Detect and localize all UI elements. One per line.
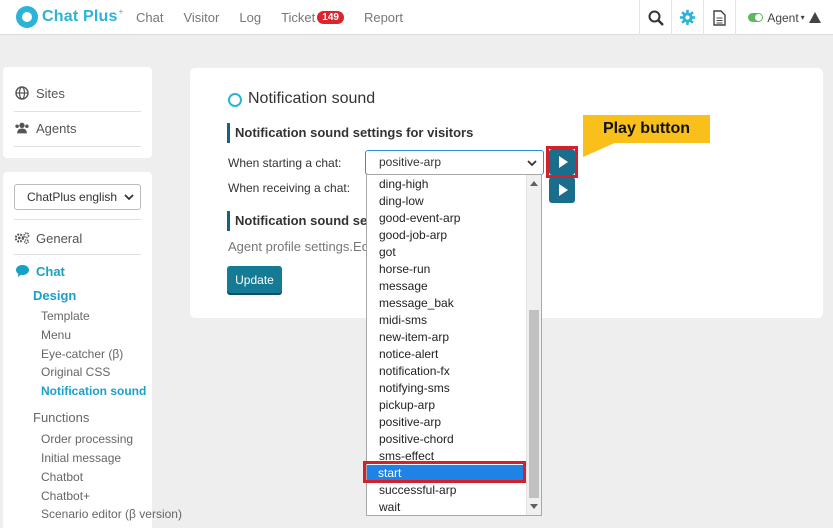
logo-text: Chat Plus	[42, 8, 118, 25]
dropdown-option[interactable]: good-event-arp	[367, 210, 526, 227]
document-button[interactable]	[703, 0, 735, 35]
sidebar-link-original-css[interactable]: Original CSS	[41, 365, 110, 379]
sidebar-link-template[interactable]: Template	[41, 309, 90, 323]
scrollbar-thumb[interactable]	[529, 310, 539, 498]
section-heading-agents: Notification sound se	[227, 211, 367, 231]
chevron-down-icon	[527, 160, 537, 167]
agent-status-menu[interactable]: Agent ▾	[735, 0, 833, 35]
circle-icon	[228, 93, 242, 107]
sidebar-link-notification-sound[interactable]: Notification sound	[41, 384, 146, 398]
nav-chat[interactable]: Chat	[136, 10, 163, 25]
settings-button[interactable]	[671, 0, 703, 35]
warning-icon	[808, 12, 821, 23]
online-toggle-icon[interactable]	[748, 13, 764, 22]
label-starting-chat: When starting a chat:	[228, 156, 342, 170]
chat-bubble-icon	[14, 263, 30, 279]
sidebar-link-scenario-editor[interactable]: Scenario editor (β version)	[41, 507, 182, 521]
section-heading-visitors: Notification sound settings for visitors	[227, 123, 473, 143]
nav-ticket[interactable]: Ticket 149	[281, 10, 344, 25]
site-select-value: ChatPlus english	[27, 190, 118, 204]
search-button[interactable]	[639, 0, 671, 35]
dropdown-option[interactable]: message	[367, 278, 526, 295]
dropdown-option[interactable]: horse-run	[367, 261, 526, 278]
sidebar-item-label: General	[36, 230, 83, 246]
gear-icon	[679, 9, 696, 26]
document-icon	[713, 9, 726, 26]
update-button[interactable]: Update	[227, 266, 282, 293]
play-receive-sound-button[interactable]	[549, 177, 575, 203]
sidebar-link-initial-message[interactable]: Initial message	[41, 451, 121, 465]
caret-down-icon: ▾	[800, 13, 805, 22]
dropdown-option[interactable]: notification-fx	[367, 363, 526, 380]
sidebar-item-label: Chat	[36, 263, 65, 279]
main-nav: Chat Visitor Log Ticket 149 Report	[136, 0, 423, 35]
profile-settings-text: Agent profile settings.Ed	[228, 239, 369, 254]
sidebar-item-chat[interactable]: Chat	[14, 254, 141, 288]
gears-icon	[14, 230, 30, 246]
dropdown-option[interactable]: new-item-arp	[367, 329, 526, 346]
divider	[14, 219, 141, 220]
start-sound-value: positive-arp	[379, 155, 442, 169]
dropdown-option[interactable]: successful-arp	[367, 482, 526, 499]
sidebar-link-eye-catcher[interactable]: Eye-catcher (β)	[41, 347, 123, 361]
dropdown-option[interactable]: midi-sms	[367, 312, 526, 329]
dropdown-option[interactable]: notice-alert	[367, 346, 526, 363]
sidebar-item-general[interactable]: General	[14, 221, 141, 255]
sidebar-link-chatbot[interactable]: Chatbot	[41, 470, 83, 484]
dropdown-option[interactable]: positive-arp	[367, 414, 526, 431]
sidebar-item-agents[interactable]: Agents	[14, 111, 141, 145]
nav-visitor[interactable]: Visitor	[183, 10, 219, 25]
page-title: Notification sound	[248, 90, 376, 107]
dropdown-option[interactable]: positive-chord	[367, 431, 526, 448]
dropdown-option[interactable]: ding-high	[367, 176, 526, 193]
ticket-count-badge: 149	[317, 11, 344, 24]
callout-pointer	[583, 142, 617, 157]
sidebar-link-menu[interactable]: Menu	[41, 328, 71, 342]
sidebar-settings-card: ChatPlus english General Chat Design Tem…	[3, 172, 182, 528]
sidebar-link-order-processing[interactable]: Order processing	[41, 432, 133, 446]
site-select[interactable]: ChatPlus english	[14, 184, 141, 210]
play-button-callout: Play button	[583, 115, 710, 143]
nav-ticket-label: Ticket	[281, 10, 316, 25]
label-receiving-chat: When receiving a chat:	[228, 181, 351, 195]
start-option-highlight	[363, 461, 526, 483]
dropdown-option[interactable]: pickup-arp	[367, 397, 526, 414]
globe-icon	[14, 85, 30, 101]
search-icon	[648, 10, 664, 26]
play-button-highlight	[546, 146, 578, 178]
header-icons: Agent ▾	[639, 0, 833, 35]
scroll-up-arrow-icon[interactable]	[530, 181, 538, 186]
dropdown-option[interactable]: message_bak	[367, 295, 526, 312]
agent-label: Agent	[767, 10, 799, 25]
nav-report[interactable]: Report	[364, 10, 403, 25]
dropdown-option[interactable]: ding-low	[367, 193, 526, 210]
divider	[14, 146, 141, 147]
scroll-down-arrow-icon[interactable]	[530, 504, 538, 509]
sidebar-item-sites[interactable]: Sites	[14, 76, 141, 110]
dropdown-option[interactable]: notifying-sms	[367, 380, 526, 397]
logo-plus: +	[118, 6, 124, 16]
chat-plus-logo-icon	[16, 6, 38, 28]
sidebar-top-card: Sites Agents	[3, 67, 152, 158]
nav-log[interactable]: Log	[239, 10, 261, 25]
sidebar-group-functions[interactable]: Functions	[33, 410, 89, 425]
dropdown-option[interactable]: wait	[367, 499, 526, 515]
dropdown-option[interactable]: good-job-arp	[367, 227, 526, 244]
sidebar-group-design[interactable]: Design	[33, 288, 76, 303]
sidebar-item-label: Agents	[36, 120, 77, 136]
chevron-down-icon	[124, 194, 134, 201]
sidebar-link-chatbot-plus[interactable]: Chatbot+	[41, 489, 90, 503]
listbox-scrollbar[interactable]	[526, 175, 541, 515]
start-sound-select[interactable]: positive-arp	[365, 150, 544, 175]
dropdown-option[interactable]: got	[367, 244, 526, 261]
users-icon	[14, 120, 30, 136]
logo[interactable]: Chat Plus +	[16, 6, 123, 28]
top-header: Chat Plus + Chat Visitor Log Ticket 149 …	[0, 0, 833, 35]
sidebar-item-label: Sites	[36, 85, 65, 101]
